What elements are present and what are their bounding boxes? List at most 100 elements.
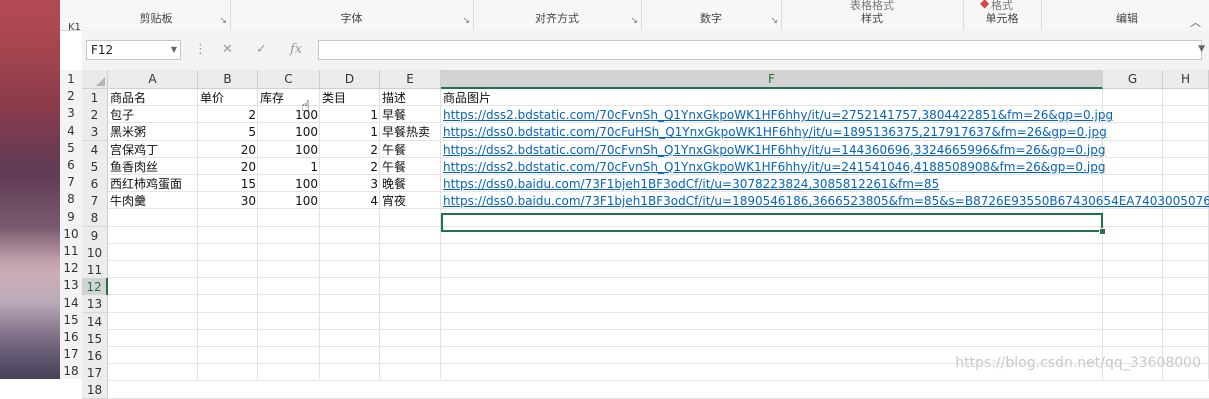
dialog-launcher-icon[interactable]: ↘: [462, 16, 470, 26]
image-url-link[interactable]: https://dss2.bdstatic.com/70cFvnSh_Q1Ynx…: [441, 106, 1113, 124]
ribbon-group-font[interactable]: 字体 ↘: [230, 0, 474, 30]
name-box-value: F12: [91, 43, 114, 57]
cell-e2[interactable]: 早餐: [380, 106, 441, 124]
cell-a7[interactable]: 牛肉羹: [108, 192, 198, 210]
cell-b2[interactable]: 2: [198, 106, 258, 124]
row-header-15[interactable]: 15: [82, 329, 108, 348]
row-header-17[interactable]: 17: [82, 364, 108, 383]
enter-icon[interactable]: ✓: [256, 42, 267, 57]
cell-b5[interactable]: 20: [198, 158, 258, 176]
row-gridline: [108, 294, 1209, 296]
row-header-18[interactable]: 18: [82, 381, 108, 399]
column-header-e[interactable]: E: [380, 70, 441, 89]
cell-a4[interactable]: 宫保鸡丁: [108, 141, 198, 159]
row-header-3[interactable]: 3: [82, 123, 108, 142]
cell-f1[interactable]: 商品图片: [441, 89, 1103, 107]
cell-d7[interactable]: 4: [320, 192, 380, 210]
cell-c5[interactable]: 1: [258, 158, 320, 176]
column-header-h[interactable]: H: [1163, 70, 1209, 89]
row-header-11[interactable]: 11: [82, 261, 108, 279]
column-header-f[interactable]: F: [441, 70, 1103, 89]
background-row-number: 5: [67, 140, 75, 155]
cell-d1[interactable]: 类目: [320, 89, 380, 107]
clear-icon[interactable]: ◆: [980, 0, 989, 10]
cell-a3[interactable]: 黑米粥: [108, 123, 198, 141]
cell-e7[interactable]: 宵夜: [380, 192, 441, 210]
column-header-d[interactable]: D: [320, 70, 380, 89]
cell-d5[interactable]: 2: [320, 158, 380, 176]
ribbon-group-editing[interactable]: 编辑: [1041, 0, 1209, 30]
row-header-9[interactable]: 9: [82, 226, 108, 245]
cell-a6[interactable]: 西红柿鸡蛋面: [108, 175, 198, 193]
cell-e6[interactable]: 晚餐: [380, 175, 441, 193]
row-header-6[interactable]: 6: [82, 175, 108, 193]
cell-e3[interactable]: 早餐热卖: [380, 123, 441, 141]
cell-d2[interactable]: 1: [320, 106, 380, 124]
formula-input[interactable]: [318, 40, 1202, 60]
cell-b4[interactable]: 20: [198, 141, 258, 159]
cell-a5[interactable]: 鱼香肉丝: [108, 158, 198, 176]
select-all-button[interactable]: [82, 70, 108, 89]
row-header-10[interactable]: 10: [82, 243, 108, 262]
image-url-link[interactable]: https://dss2.bdstatic.com/70cFvnSh_Q1Ynx…: [441, 141, 1105, 159]
fill-handle[interactable]: [1099, 228, 1106, 235]
row-header-7[interactable]: 7: [82, 192, 108, 211]
cell-b6[interactable]: 15: [198, 175, 258, 193]
cell-d3[interactable]: 1: [320, 123, 380, 141]
dialog-launcher-icon[interactable]: ↘: [770, 16, 778, 26]
column-gridline: [1162, 89, 1163, 379]
row-header-14[interactable]: 14: [82, 312, 108, 331]
dialog-launcher-icon[interactable]: ↘: [219, 16, 227, 26]
ribbon-group-cells[interactable]: 格式 单元格: [963, 0, 1042, 30]
fx-icon[interactable]: fx: [290, 42, 302, 57]
image-url-link[interactable]: https://dss2.bdstatic.com/70cFvnSh_Q1Ynx…: [441, 158, 1105, 176]
cell-c6[interactable]: 100: [258, 175, 320, 193]
cell-c4[interactable]: 100: [258, 141, 320, 159]
cell-a1[interactable]: 商品名: [108, 89, 198, 107]
cell-b7[interactable]: 30: [198, 192, 258, 210]
column-header-c[interactable]: C: [258, 70, 320, 89]
chevron-down-icon[interactable]: ▼: [171, 41, 177, 59]
dialog-launcher-icon[interactable]: ↘: [630, 16, 638, 26]
row-header-13[interactable]: 13: [82, 295, 108, 314]
cell-e5[interactable]: 午餐: [380, 158, 441, 176]
column-header-a[interactable]: A: [108, 70, 198, 89]
cell-a2[interactable]: 包子: [108, 106, 198, 124]
ribbon-group-alignment[interactable]: 对齐方式 ↘: [473, 0, 642, 30]
row-header-12[interactable]: 12: [82, 278, 108, 297]
row-header-4[interactable]: 4: [82, 140, 108, 159]
row-header-1[interactable]: 1: [82, 89, 108, 107]
image-url-link[interactable]: https://dss0.bdstatic.com/70cFuHSh_Q1Ynx…: [441, 123, 1107, 141]
cell-e4[interactable]: 午餐: [380, 141, 441, 159]
ribbon-group-styles[interactable]: 表格格式 样式: [781, 0, 964, 30]
row-header-2[interactable]: 2: [82, 106, 108, 125]
background-row-number: 8: [67, 192, 75, 207]
cell-c3[interactable]: 100: [258, 123, 320, 141]
row-header-16[interactable]: 16: [82, 347, 108, 365]
row-header-8[interactable]: 8: [82, 209, 108, 228]
cancel-icon[interactable]: ✕: [222, 42, 233, 57]
column-header-b[interactable]: B: [198, 70, 258, 89]
chevron-up-icon[interactable]: ︿: [1190, 14, 1201, 30]
background-row-number: 16: [63, 330, 79, 344]
cell-d4[interactable]: 2: [320, 141, 380, 159]
image-url-link[interactable]: https://dss0.baidu.com/73F1bjeh1BF3odCf/…: [441, 192, 1209, 210]
peek-text: K1: [68, 22, 81, 33]
cell-c2[interactable]: 100: [258, 106, 320, 124]
background-row-number: 3: [67, 106, 75, 121]
ribbon-group-number[interactable]: 数字 ↘: [641, 0, 782, 30]
active-cell-border[interactable]: [441, 213, 1103, 232]
ribbon-group-clipboard[interactable]: 剪贴板 ↘: [82, 0, 231, 30]
cell-c1[interactable]: 库存: [258, 89, 320, 107]
cell-b1[interactable]: 单价: [198, 89, 258, 107]
cell-c7[interactable]: 100: [258, 192, 320, 210]
name-box[interactable]: F12 ▼: [86, 40, 181, 60]
cell-e1[interactable]: 描述: [380, 89, 441, 107]
image-url-link[interactable]: https://dss0.baidu.com/73F1bjeh1BF3odCf/…: [441, 175, 1103, 193]
background-row-number: 4: [67, 123, 75, 138]
cell-d6[interactable]: 3: [320, 175, 380, 193]
cell-b3[interactable]: 5: [198, 123, 258, 141]
column-header-g[interactable]: G: [1103, 70, 1163, 89]
row-header-5[interactable]: 5: [82, 157, 108, 176]
chevron-down-icon[interactable]: ▼: [1198, 44, 1205, 54]
